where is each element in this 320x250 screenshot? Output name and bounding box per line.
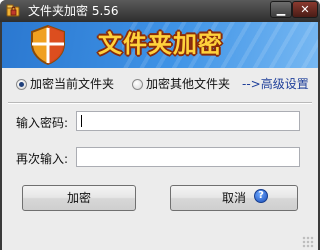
- password-label: 输入密码:: [16, 116, 69, 130]
- help-icon[interactable]: ?: [254, 189, 268, 203]
- text-caret: [81, 115, 82, 127]
- shield-check-icon: [31, 24, 65, 66]
- advanced-settings-link[interactable]: -->高级设置: [242, 77, 309, 91]
- resize-grip[interactable]: [302, 236, 314, 248]
- radio-label-encrypt-other[interactable]: 加密其他文件夹: [146, 77, 230, 91]
- radio-encrypt-current[interactable]: [16, 79, 27, 90]
- app-window: 文件夹加密 5.56 ▁ ✕ 文件夹加密 加密当前文件夹 加密其他文件夹 -->…: [0, 0, 320, 250]
- confirm-password-input[interactable]: [76, 147, 300, 167]
- password-input[interactable]: [76, 111, 300, 131]
- confirm-password-label: 再次输入:: [16, 152, 69, 166]
- close-button[interactable]: ✕: [292, 1, 318, 18]
- radio-encrypt-other[interactable]: [132, 79, 143, 90]
- banner-title: 文件夹加密: [98, 30, 223, 58]
- main-panel: 加密当前文件夹 加密其他文件夹 -->高级设置 输入密码: 再次输入: 加密 取…: [2, 68, 318, 250]
- window-title: 文件夹加密 5.56: [28, 4, 119, 18]
- mode-selector: 加密当前文件夹 加密其他文件夹 -->高级设置: [2, 68, 318, 100]
- cancel-button[interactable]: 取消: [170, 185, 298, 211]
- title-bar[interactable]: 文件夹加密 5.56 ▁ ✕: [0, 0, 320, 22]
- divider: [8, 102, 312, 104]
- header-banner: 文件夹加密: [2, 22, 318, 68]
- minimize-button[interactable]: ▁: [270, 1, 292, 18]
- app-lock-icon: [6, 4, 20, 17]
- radio-label-encrypt-current[interactable]: 加密当前文件夹: [30, 77, 114, 91]
- encrypt-button[interactable]: 加密: [22, 185, 136, 211]
